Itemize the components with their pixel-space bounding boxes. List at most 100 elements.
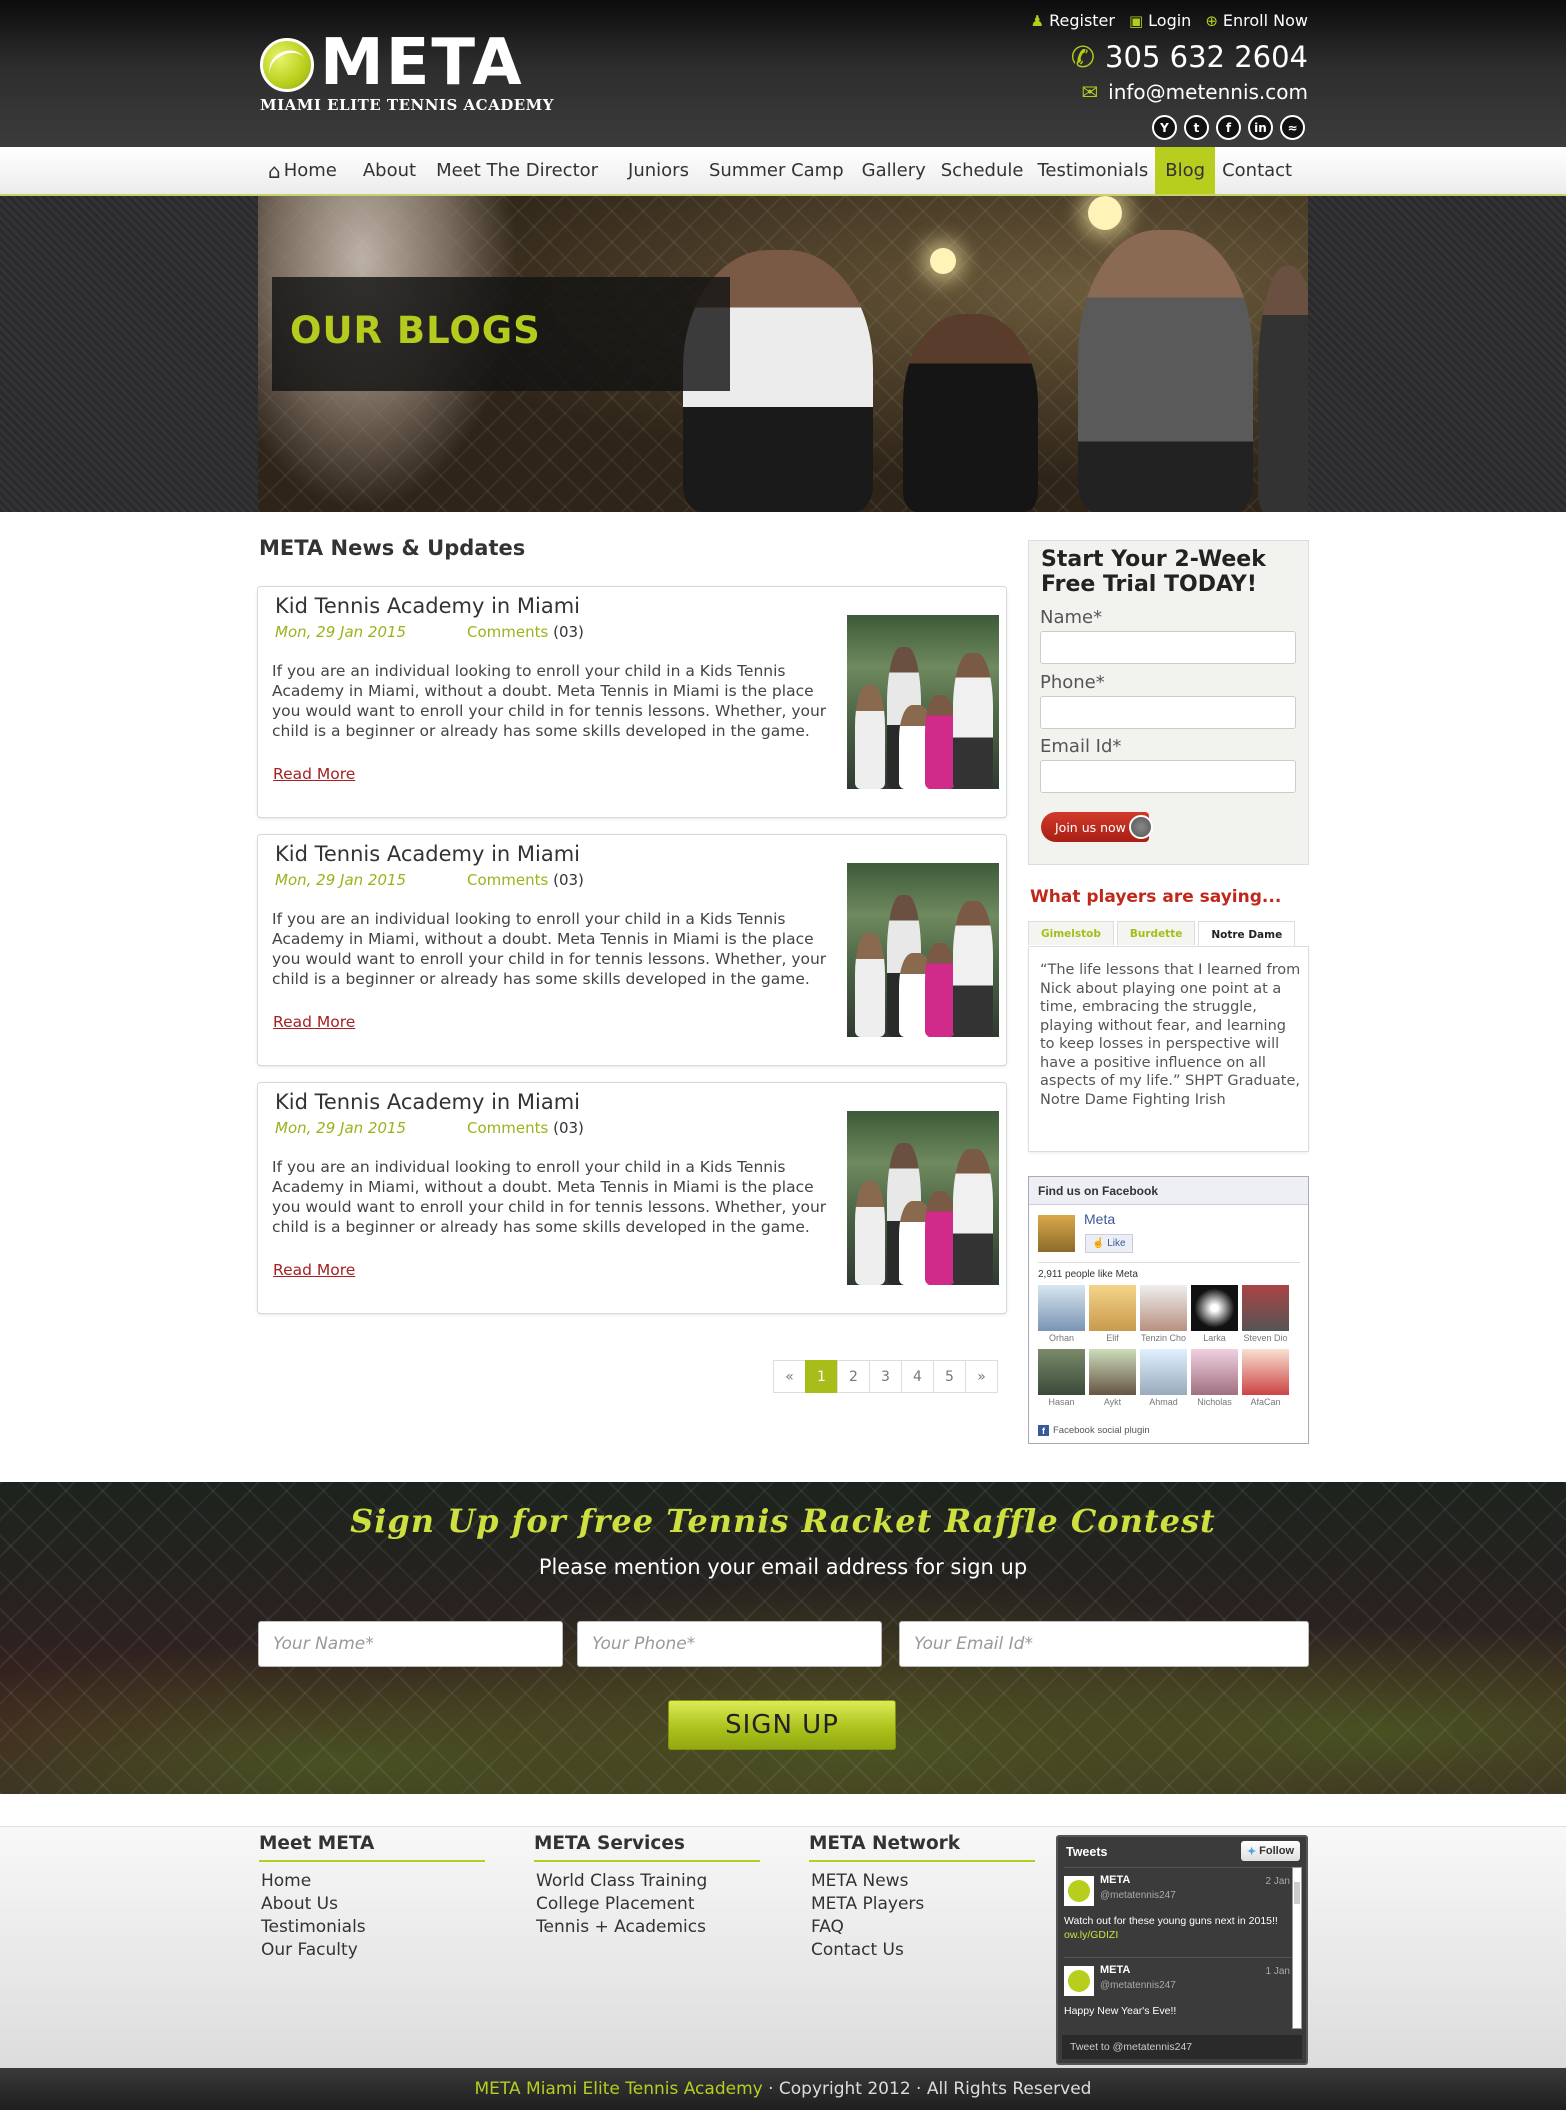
footer-link[interactable]: Home (261, 1870, 485, 1893)
facebook-like-count: 2,911 people like Meta (1038, 1269, 1138, 1280)
footer-link[interactable]: Contact Us (811, 1939, 1035, 1962)
fan-avatar[interactable]: Aykt (1089, 1349, 1136, 1407)
page-1-button[interactable]: 1 (805, 1360, 838, 1393)
section-title: META News & Updates (259, 536, 526, 560)
fan-avatar[interactable]: Steven Dio (1242, 1285, 1289, 1343)
linkedin-icon[interactable]: in (1248, 115, 1273, 140)
tumblr-icon[interactable]: t (1184, 115, 1209, 140)
youtube-icon[interactable]: Y (1152, 115, 1177, 140)
tweets-scrollbar[interactable] (1292, 1867, 1302, 2029)
facebook-page-avatar[interactable] (1038, 1215, 1075, 1252)
post-thumbnail[interactable] (847, 1111, 999, 1285)
raffle-phone-input[interactable]: Your Phone* (577, 1621, 882, 1667)
tweet-link[interactable]: ow.ly/GDIZI (1064, 1929, 1118, 1941)
enroll-now-link[interactable]: ⊕ Enroll Now (1205, 11, 1308, 30)
fan-avatar[interactable]: AfaCan (1242, 1349, 1289, 1407)
nav-summer-camp[interactable]: Summer Camp (699, 147, 854, 194)
read-more-link[interactable]: Read More (273, 1261, 355, 1279)
read-more-link[interactable]: Read More (273, 765, 355, 783)
header-phone[interactable]: ✆ 305 632 2604 (1071, 40, 1308, 74)
page-5-button[interactable]: 5 (933, 1360, 966, 1393)
copyright-brand[interactable]: META Miami Elite Tennis Academy (475, 2079, 763, 2099)
footer-link[interactable]: College Placement (536, 1893, 760, 1916)
post-date: Mon, 29 Jan 2015 (275, 623, 407, 641)
nav-schedule[interactable]: Schedule (934, 147, 1031, 194)
footer-col-meet-meta: Meet META Home About Us Testimonials Our… (259, 1833, 485, 1962)
raffle-email-input[interactable]: Your Email Id* (899, 1621, 1309, 1667)
post-title[interactable]: Kid Tennis Academy in Miami (275, 1090, 580, 1114)
footer-link[interactable]: About Us (261, 1893, 485, 1916)
tweets-header: Tweets (1066, 1845, 1108, 1859)
logo-tagline: MIAMI ELITE TENNIS ACADEMY (260, 96, 554, 114)
footer-link[interactable]: META Players (811, 1893, 1035, 1916)
avatar[interactable] (1064, 1876, 1094, 1906)
page-next-button[interactable]: » (965, 1360, 998, 1393)
raffle-name-input[interactable]: Your Name* (258, 1621, 563, 1667)
testimonials-title: What players are saying... (1030, 887, 1282, 907)
nav-home[interactable]: ⌂ Home (258, 147, 347, 194)
footer-link[interactable]: FAQ (811, 1916, 1035, 1939)
hero-photo: OUR BLOGS (258, 196, 1308, 512)
sign-up-button[interactable]: SIGN UP (668, 1700, 896, 1750)
post-thumbnail[interactable] (847, 615, 999, 789)
tweet-to-input[interactable]: Tweet to @metatennis247 (1062, 2035, 1302, 2059)
facebook-icon[interactable]: f (1216, 115, 1241, 140)
rss-icon[interactable]: ≈ (1280, 115, 1305, 140)
post-comments[interactable]: Comments (03) (467, 1119, 584, 1137)
tab-notre-dame[interactable]: Notre Dame (1198, 921, 1296, 947)
post-title[interactable]: Kid Tennis Academy in Miami (275, 842, 580, 866)
nav-testimonials[interactable]: Testimonials (1030, 147, 1155, 194)
phone-field[interactable] (1040, 696, 1296, 729)
post-thumbnail[interactable] (847, 863, 999, 1037)
tab-gimelstob[interactable]: Gimelstob (1028, 921, 1114, 945)
login-link[interactable]: ▣ Login (1129, 11, 1191, 30)
twitter-follow-button[interactable]: ✦ Follow (1240, 1841, 1300, 1861)
fan-avatar[interactable]: Tenzin Cho (1140, 1285, 1187, 1343)
footer-link[interactable]: Our Faculty (261, 1939, 485, 1962)
fan-avatar[interactable]: Nicholas (1191, 1349, 1238, 1407)
read-more-link[interactable]: Read More (273, 1013, 355, 1031)
tab-burdette[interactable]: Burdette (1116, 921, 1196, 945)
page-prev-button[interactable]: « (773, 1360, 806, 1393)
lock-icon: ▣ (1128, 11, 1144, 30)
footer-link[interactable]: Testimonials (261, 1916, 485, 1939)
post-date: Mon, 29 Jan 2015 (275, 871, 407, 889)
page-2-button[interactable]: 2 (837, 1360, 870, 1393)
post-comments[interactable]: Comments (03) (467, 871, 584, 889)
facebook-widget-header: Find us on Facebook (1029, 1177, 1308, 1205)
name-label: Name* (1040, 607, 1103, 628)
raffle-signup-section: Sign Up for free Tennis Racket Raffle Co… (0, 1482, 1566, 1794)
footer-link[interactable]: Tennis + Academics (536, 1916, 760, 1939)
nav-contact[interactable]: Contact (1215, 147, 1299, 194)
pagination: « 1 2 3 4 5 » (773, 1360, 998, 1393)
page-4-button[interactable]: 4 (901, 1360, 934, 1393)
post-date: Mon, 29 Jan 2015 (275, 1119, 407, 1137)
avatar[interactable] (1064, 1966, 1094, 1996)
site-footer: Meet META Home About Us Testimonials Our… (0, 1826, 1566, 2068)
nav-about[interactable]: About (353, 147, 426, 194)
facebook-page-name[interactable]: Meta (1084, 1211, 1115, 1227)
fan-avatar[interactable]: Ahmad (1140, 1349, 1187, 1407)
header-email[interactable]: ✉ info@metennis.com (1081, 80, 1308, 104)
nav-gallery[interactable]: Gallery (854, 147, 934, 194)
phone-label: Phone* (1040, 672, 1105, 693)
site-logo[interactable]: META MIAMI ELITE TENNIS ACADEMY (260, 28, 553, 118)
nav-juniors[interactable]: Juniors (618, 147, 699, 194)
name-field[interactable] (1040, 631, 1296, 664)
join-us-button[interactable]: Join us now (1041, 812, 1153, 842)
fan-avatar[interactable]: Orhan (1038, 1285, 1085, 1343)
facebook-like-button[interactable]: ☝ Like (1085, 1234, 1133, 1253)
email-field[interactable] (1040, 760, 1296, 793)
register-link[interactable]: ♟ Register (1031, 11, 1115, 30)
post-title[interactable]: Kid Tennis Academy in Miami (275, 594, 580, 618)
nav-meet-the-director[interactable]: Meet The Director (426, 147, 608, 194)
post-comments[interactable]: Comments (03) (467, 623, 584, 641)
page-3-button[interactable]: 3 (869, 1360, 902, 1393)
fan-avatar[interactable]: Hasan (1038, 1349, 1085, 1407)
footer-link[interactable]: World Class Training (536, 1870, 760, 1893)
fan-avatar[interactable]: Larka (1191, 1285, 1238, 1343)
footer-link[interactable]: META News (811, 1870, 1035, 1893)
fan-avatar[interactable]: Elif (1089, 1285, 1136, 1343)
nav-blog[interactable]: Blog (1155, 147, 1216, 194)
footer-col-title: META Network (809, 1833, 1035, 1862)
